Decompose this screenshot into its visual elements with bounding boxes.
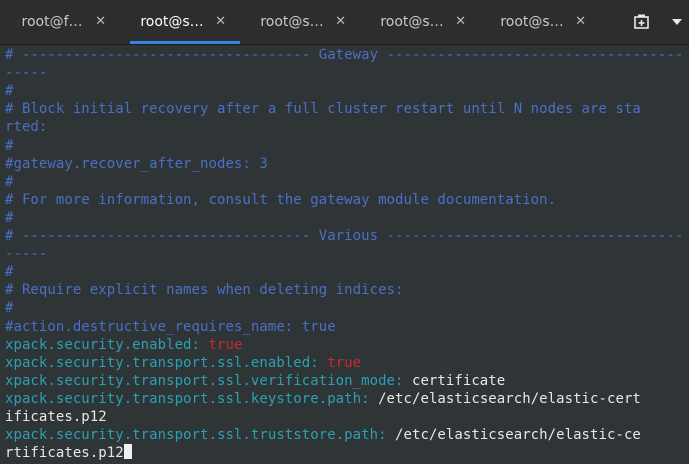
tab-label: root@s… <box>140 14 204 30</box>
terminal-text: xpack.security.transport.ssl.truststore.… <box>5 427 387 444</box>
tab-terminal-4[interactable]: root@s… ✕ <box>360 0 480 44</box>
terminal-line: xpack.security.enabled: true <box>5 336 242 354</box>
tab-terminal-5[interactable]: root@s… ✕ <box>480 0 600 44</box>
terminal-text: certificate <box>403 372 506 389</box>
terminal-text: # <box>5 300 14 317</box>
terminal-text: # <box>5 173 14 190</box>
terminal-line: # <box>5 173 13 191</box>
terminal-line: ----- <box>5 64 47 82</box>
tab-bar: root@f… ✕ root@s… ✕ root@s… ✕ root@s… ✕ … <box>0 0 689 45</box>
terminal-line: ificates.p12 <box>5 408 107 426</box>
new-tab-icon <box>634 14 649 29</box>
close-icon[interactable]: ✕ <box>215 14 226 29</box>
terminal-output[interactable]: # ---------------------------------- Gat… <box>0 45 689 464</box>
tab-terminal-2[interactable]: root@s… ✕ <box>120 0 240 44</box>
terminal-text: # Require explicit names when deleting i… <box>5 282 404 299</box>
terminal-line: # <box>5 263 13 281</box>
text-cursor <box>123 444 132 460</box>
tab-label: root@f… <box>21 14 83 30</box>
terminal-text: ificates.p12 <box>5 409 107 425</box>
close-icon[interactable]: ✕ <box>455 14 466 29</box>
close-icon[interactable]: ✕ <box>335 14 346 29</box>
tab-label: root@s… <box>500 14 564 30</box>
terminal-line: xpack.security.transport.ssl.verificatio… <box>5 372 505 390</box>
tab-terminal-3[interactable]: root@s… ✕ <box>240 0 360 44</box>
terminal-line: # Block initial recovery after a full cl… <box>5 100 641 118</box>
chevron-down-icon <box>672 19 682 25</box>
terminal-text: xpack.security.transport.ssl.keystore.pa… <box>5 390 370 407</box>
terminal-line: # <box>5 299 13 317</box>
terminal-text: true <box>200 336 243 353</box>
new-tab-button[interactable] <box>627 0 657 44</box>
terminal-line: # ---------------------------------- Gat… <box>5 46 683 64</box>
terminal-line: ----- <box>5 245 47 263</box>
terminal-text: true <box>318 354 362 371</box>
terminal-text: #gateway.recover_after_nodes: 3 <box>5 155 268 172</box>
terminal-text: # <box>5 209 14 226</box>
terminal-text: # <box>5 264 14 281</box>
terminal-text: ----- <box>5 65 48 82</box>
tab-label: root@s… <box>260 14 324 30</box>
terminal-line: # <box>5 137 13 155</box>
terminal-text: ----- <box>5 246 48 263</box>
terminal-line: xpack.security.transport.ssl.truststore.… <box>5 426 641 444</box>
terminal-line: rted: <box>5 118 47 136</box>
tab-label: root@s… <box>380 14 444 30</box>
terminal-text: # ---------------------------------- Gat… <box>5 47 684 63</box>
terminal-line: # ---------------------------------- Var… <box>5 227 683 245</box>
terminal-text: #action.destructive_requires_name: true <box>5 318 336 335</box>
terminal-line: # <box>5 82 13 100</box>
tabs-menu-button[interactable] <box>665 0 689 44</box>
terminal-text: xpack.security.enabled: <box>5 336 201 353</box>
terminal-text: # Block initial recovery after a full cl… <box>5 101 641 118</box>
terminal-line: # <box>5 209 13 227</box>
terminal-text: # For more information, consult the gate… <box>5 191 557 208</box>
terminal-text: rtificates.p12 <box>5 445 124 462</box>
terminal-text: xpack.security.transport.ssl.enabled: <box>5 354 319 371</box>
terminal-text: # <box>5 137 14 154</box>
tab-terminal-1[interactable]: root@f… ✕ <box>0 0 120 44</box>
terminal-line: # Require explicit names when deleting i… <box>5 281 404 299</box>
terminal-text: rted: <box>5 119 48 136</box>
terminal-line: #action.destructive_requires_name: true <box>5 318 336 336</box>
terminal-line: xpack.security.transport.ssl.keystore.pa… <box>5 390 641 408</box>
terminal-line: xpack.security.transport.ssl.enabled: tr… <box>5 354 361 372</box>
terminal-text: # <box>5 83 14 100</box>
terminal-line: rtificates.p12 <box>5 444 132 462</box>
close-icon[interactable]: ✕ <box>575 14 586 29</box>
terminal-line: #gateway.recover_after_nodes: 3 <box>5 155 268 173</box>
tab-actions <box>600 0 689 44</box>
terminal-text: /etc/elasticsearch/elastic-cert <box>369 390 641 407</box>
terminal-text: xpack.security.transport.ssl.verificatio… <box>5 372 404 389</box>
terminal-text: # ---------------------------------- Var… <box>5 228 684 244</box>
terminal-line: # For more information, consult the gate… <box>5 191 556 209</box>
close-icon[interactable]: ✕ <box>95 14 106 29</box>
terminal-text: /etc/elasticsearch/elastic-ce <box>386 427 641 444</box>
